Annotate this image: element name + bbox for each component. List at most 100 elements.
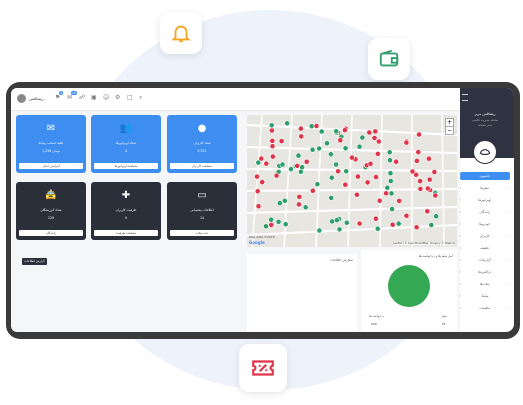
map-marker bbox=[356, 220, 363, 227]
sidebar-item-label: سفرها bbox=[480, 186, 490, 190]
wallet-card bbox=[368, 38, 410, 80]
dashboard-screen: ريشاقس ⚑ 4 ✉ 10 ☍ ▣ ☺ ⚙ □ ⌕ ✉ باقية حساب… bbox=[11, 88, 460, 332]
stat-tile: ▭ اطلاعات پشتیبانی 14 ثبت تیکت bbox=[167, 182, 237, 240]
zoom-out-button[interactable]: − bbox=[445, 126, 454, 135]
chevron-icon: ‹ bbox=[460, 270, 462, 274]
sidebar-item-label: تراکنش‌ها bbox=[478, 270, 492, 274]
search-icon[interactable]: ⌕ bbox=[139, 94, 142, 102]
bell-icon bbox=[171, 25, 191, 43]
sidebar-item[interactable]: ‹ اوپراتورها ◦ bbox=[460, 196, 510, 204]
map-marker bbox=[275, 219, 282, 225]
map-marker bbox=[309, 187, 316, 194]
map-marker bbox=[263, 223, 269, 230]
sidebar-item-label: پیامک bbox=[481, 294, 489, 298]
sidebar-item[interactable]: ‹ سفرها ◦ bbox=[460, 184, 510, 192]
map-marker bbox=[259, 179, 266, 185]
map-road bbox=[283, 115, 293, 247]
tile-action-button[interactable]: مشاهده اوپراتورها bbox=[94, 163, 158, 169]
map-marker bbox=[428, 222, 435, 228]
notification-icon[interactable]: ⚑ bbox=[55, 94, 60, 101]
message-icon[interactable]: ✉ bbox=[67, 94, 72, 101]
map-marker bbox=[343, 219, 350, 226]
chat-icon[interactable]: ☍ bbox=[79, 94, 85, 101]
chevron-icon: ‹ bbox=[460, 294, 462, 298]
sidebar-item[interactable]: ‹ تنظیمات ◦ bbox=[460, 304, 510, 312]
sidebar-item[interactable]: ‹ پیامک ◦ bbox=[460, 292, 510, 300]
users-icon: ◦ bbox=[508, 234, 510, 238]
sidebar-item[interactable]: ‹ خودروها ◦ bbox=[460, 220, 510, 228]
map-marker bbox=[281, 197, 288, 204]
avatar[interactable] bbox=[473, 140, 497, 164]
map-marker bbox=[342, 145, 349, 152]
tile-value: 4 bbox=[124, 149, 128, 153]
menu-icon[interactable] bbox=[462, 94, 468, 101]
tile-title: باقية حساب رسانة bbox=[38, 141, 64, 145]
map-marker bbox=[328, 195, 335, 201]
map-marker bbox=[268, 122, 275, 129]
sidebar-item-label: گزارشات bbox=[478, 258, 491, 262]
map-marker bbox=[309, 146, 316, 153]
map-marker bbox=[386, 149, 393, 156]
tile-action-button[interactable]: مشاهده ظرفیت bbox=[94, 230, 158, 236]
stat-tile: ● تعداد کاربران 3,521 مشاهده کاربران bbox=[167, 115, 237, 173]
map-marker bbox=[336, 226, 343, 233]
sidebar-item-label: تیکت‌ها bbox=[479, 282, 490, 286]
sidebar-item-label: داشبورد bbox=[479, 174, 490, 178]
sidebar-item[interactable]: ‹ داشبورد ◦ bbox=[460, 172, 510, 180]
sidebar-item[interactable]: ‹ تخفیف ◦ bbox=[460, 244, 510, 252]
user-avatar[interactable] bbox=[17, 94, 26, 103]
sidebar-item[interactable]: ‹ کاربران ◦ bbox=[460, 232, 510, 240]
map-marker bbox=[333, 161, 339, 168]
user-name[interactable]: ريشاقس bbox=[29, 96, 44, 101]
orders-panel: سفارش اطلاعات bbox=[247, 254, 357, 332]
tile-action-button[interactable]: رانندگان bbox=[19, 230, 83, 236]
sidebar-item-label: تنظیمات bbox=[479, 306, 491, 310]
map-marker bbox=[387, 178, 394, 184]
map-marker bbox=[314, 181, 321, 188]
message-badge: 10 bbox=[71, 91, 77, 95]
map-marker bbox=[342, 181, 349, 188]
sidebar-item[interactable]: ‹ تیکت‌ها ◦ bbox=[460, 280, 510, 288]
map-marker bbox=[337, 137, 344, 144]
map-marker bbox=[279, 161, 286, 168]
sms-icon: ◦ bbox=[508, 294, 510, 298]
map-marker bbox=[318, 128, 325, 135]
settings-icon: ◦ bbox=[508, 306, 510, 310]
chevron-icon: ‹ bbox=[460, 174, 462, 178]
fullscreen-icon[interactable]: □ bbox=[127, 94, 133, 101]
operators-icon: ◦ bbox=[508, 198, 510, 202]
map-marker bbox=[299, 164, 305, 171]
map-road bbox=[315, 115, 323, 247]
footer-value-2: 75۰ bbox=[441, 322, 447, 326]
map[interactable]: + − Google Map data ©2018 Leaflet | © Op… bbox=[247, 115, 457, 247]
tile-action-button[interactable]: ثبت تیکت bbox=[170, 230, 234, 236]
map-marker bbox=[367, 160, 374, 167]
sidebar-item[interactable]: ‹ رانندگان ◦ bbox=[460, 208, 510, 216]
map-marker bbox=[316, 145, 322, 152]
users-icon[interactable]: ☺ bbox=[103, 94, 109, 101]
taxi-icon[interactable]: ▣ bbox=[91, 94, 97, 101]
map-marker bbox=[384, 184, 391, 191]
tile-value: 0 bbox=[124, 216, 128, 220]
map-marker bbox=[389, 221, 396, 228]
settings-icon[interactable]: ⚙ bbox=[115, 94, 120, 101]
mail-icon: ✉ bbox=[46, 123, 56, 134]
sidebar-item[interactable]: ‹ گزارشات ◦ bbox=[460, 256, 510, 264]
report-button[interactable]: گزارش اطلاعات bbox=[22, 258, 47, 265]
stat-tile: 🚖 تعداد کرزیشگان 120 رانندگان bbox=[16, 182, 86, 240]
map-marker bbox=[415, 149, 422, 155]
medical-box-icon: ✚ bbox=[121, 190, 131, 201]
notification-badge: 4 bbox=[59, 91, 63, 95]
map-marker bbox=[409, 168, 416, 175]
tile-action-button[interactable]: افزایش اعتبار bbox=[19, 163, 83, 169]
map-marker bbox=[334, 217, 340, 223]
map-marker bbox=[354, 191, 360, 198]
sidebar-item[interactable]: ‹ تراکنش‌ها ◦ bbox=[460, 268, 510, 276]
map-marker bbox=[277, 200, 283, 206]
map-marker bbox=[328, 151, 334, 158]
map-road bbox=[247, 224, 457, 236]
tile-action-button[interactable]: مشاهده کاربران bbox=[170, 163, 234, 169]
map-marker bbox=[254, 173, 260, 180]
map-marker bbox=[424, 185, 431, 192]
sidebar-item-label: خودروها bbox=[479, 222, 491, 226]
